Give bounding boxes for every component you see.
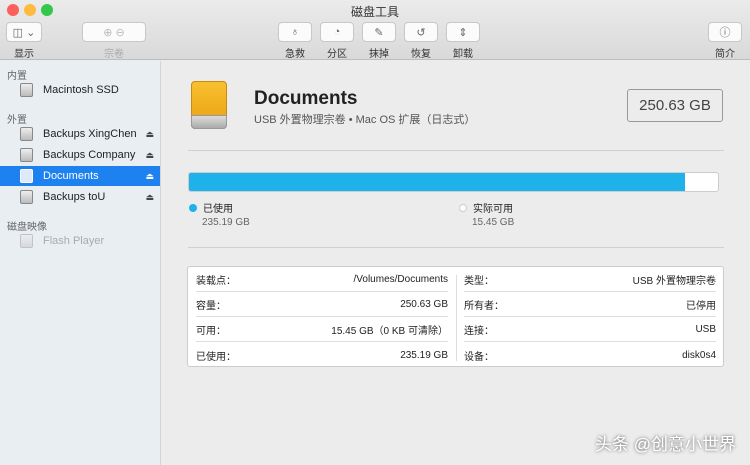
sidebar-item-documents[interactable]: Documents ⏏ [0, 166, 160, 186]
erase-button[interactable]: ✎ 抹掉 [362, 22, 396, 60]
main-panel: Documents USB 外置物理宗卷 • Mac OS 扩展（日志式） 25… [161, 61, 750, 465]
eject-icon[interactable]: ⏏ [145, 150, 154, 161]
detail-value: disk0s4 [682, 349, 716, 361]
restore-button[interactable]: ↺ 恢复 [404, 22, 438, 60]
usage-bar [188, 172, 719, 192]
free-label: 实际可用 [473, 204, 513, 215]
disk-icon [20, 83, 33, 97]
item-label: Documents [43, 170, 99, 182]
volume-name: Documents [254, 88, 358, 109]
external-drive-icon [191, 81, 227, 129]
unmount-icon: ⇕ [446, 22, 480, 42]
detail-row: 所有者： 已停用 [464, 293, 716, 317]
volume-size: 250.63 GB [627, 89, 723, 122]
title-bar: 磁盘工具 ◫ ⌄ 显示 ⊕ ⊖ 宗卷 ♁ 急救 ◔ 分区 ✎ 抹掉 ↺ 恢复 ⇕ 卸载 ⓘ 简介 [0, 0, 750, 60]
restore-icon: ↺ [404, 22, 438, 42]
detail-key: 已使用： [196, 351, 236, 363]
partition-label: 分区 [327, 49, 347, 60]
item-label: Macintosh SSD [43, 84, 119, 96]
info-label: 简介 [715, 49, 735, 60]
sidebar-toggle-icon: ◫ ⌄ [6, 22, 42, 42]
detail-key: 连接： [464, 326, 494, 337]
eject-icon[interactable]: ⏏ [145, 192, 154, 203]
detail-value: USB 外置物理宗卷 [632, 276, 716, 287]
detail-key: 设备： [464, 351, 494, 363]
detail-row: 连接： USB [464, 318, 716, 342]
display-label: 显示 [14, 49, 34, 60]
window-title: 磁盘工具 [350, 5, 399, 19]
restore-label: 恢复 [411, 49, 431, 60]
disk-icon [20, 169, 33, 183]
detail-row: 已使用： 235.19 GB [196, 343, 448, 367]
unmount-label: 卸载 [453, 49, 473, 60]
stethoscope-icon: ♁ [278, 22, 312, 42]
free-dot [459, 204, 467, 212]
eject-icon[interactable]: ⏏ [145, 129, 154, 140]
info-icon: ⓘ [708, 22, 742, 42]
disk-icon [20, 148, 33, 162]
sidebar-item-backups-tou[interactable]: Backups toU ⏏ [0, 187, 160, 207]
usage-bar-used [189, 173, 686, 191]
sidebar-item-flash-player[interactable]: Flash Player [0, 231, 160, 251]
volume-label: 宗卷 [104, 49, 124, 60]
detail-key: 所有者： [464, 301, 504, 312]
sidebar: 内置 Macintosh SSD 外置 Backups XingChen ⏏ Ba… [0, 61, 161, 465]
detail-row: 可用： 15.45 GB（0 KB 可清除） [196, 318, 448, 342]
detail-row: 容量： 250.63 GB [196, 293, 448, 317]
info-button[interactable]: ⓘ 简介 [708, 22, 742, 60]
details-table: 装载点： /Volumes/Documents 容量： 250.63 GB 可用： 15.… [187, 266, 724, 367]
disk-icon [20, 127, 33, 141]
item-label: Backups XingChen [43, 128, 137, 140]
detail-key: 装载点： [196, 276, 236, 287]
eject-icon[interactable]: ⏏ [145, 171, 154, 182]
erase-label: 抹掉 [369, 49, 389, 60]
item-label: Flash Player [43, 235, 105, 247]
detail-row: 设备： disk0s4 [464, 343, 716, 367]
partition-button[interactable]: ◔ 分区 [320, 22, 354, 60]
detail-row: 类型： USB 外置物理宗卷 [464, 268, 716, 292]
disk-icon [20, 234, 33, 248]
detail-key: 类型： [464, 276, 494, 287]
disk-icon [20, 190, 33, 204]
detail-key: 可用： [196, 326, 226, 337]
divider [188, 150, 724, 151]
detail-value: 15.45 GB（0 KB 可清除） [331, 326, 448, 337]
legend-used: 已使用 [189, 200, 233, 215]
first-aid-button[interactable]: ♁ 急救 [278, 22, 312, 60]
item-label: Backups toU [43, 191, 106, 203]
detail-key: 容量： [196, 301, 226, 312]
detail-value: 已停用 [686, 301, 716, 312]
divider [188, 247, 724, 248]
legend-free: 实际可用 [459, 200, 513, 215]
sidebar-item-backups-company[interactable]: Backups Company ⏏ [0, 145, 160, 165]
detail-value: 250.63 GB [400, 299, 448, 310]
detail-value: /Volumes/Documents [353, 274, 449, 285]
free-value: 15.45 GB [472, 217, 515, 228]
add-remove-volume-icon: ⊕ ⊖ [82, 22, 146, 42]
sidebar-item-macintosh-ssd[interactable]: Macintosh SSD [0, 80, 160, 100]
detail-row: 装载点： /Volumes/Documents [196, 268, 448, 292]
volume-subtitle: USB 外置物理宗卷 • Mac OS 扩展（日志式） [254, 114, 476, 126]
watermark: 头条 @创意小世界 [595, 435, 736, 454]
item-label: Backups Company [43, 149, 136, 161]
used-value: 235.19 GB [202, 217, 250, 228]
column-divider [456, 275, 457, 361]
pie-icon: ◔ [320, 22, 354, 42]
display-button[interactable]: ◫ ⌄ 显示 [6, 22, 42, 60]
detail-value: USB [695, 324, 716, 335]
used-dot [189, 204, 197, 212]
first-aid-label: 急救 [285, 49, 305, 60]
unmount-button[interactable]: ⇕ 卸载 [446, 22, 480, 60]
sidebar-item-backups-xingchen[interactable]: Backups XingChen ⏏ [0, 124, 160, 144]
erase-icon: ✎ [362, 22, 396, 42]
used-label: 已使用 [203, 204, 233, 215]
volume-button[interactable]: ⊕ ⊖ 宗卷 [82, 22, 146, 60]
detail-value: 235.19 GB [400, 349, 448, 361]
